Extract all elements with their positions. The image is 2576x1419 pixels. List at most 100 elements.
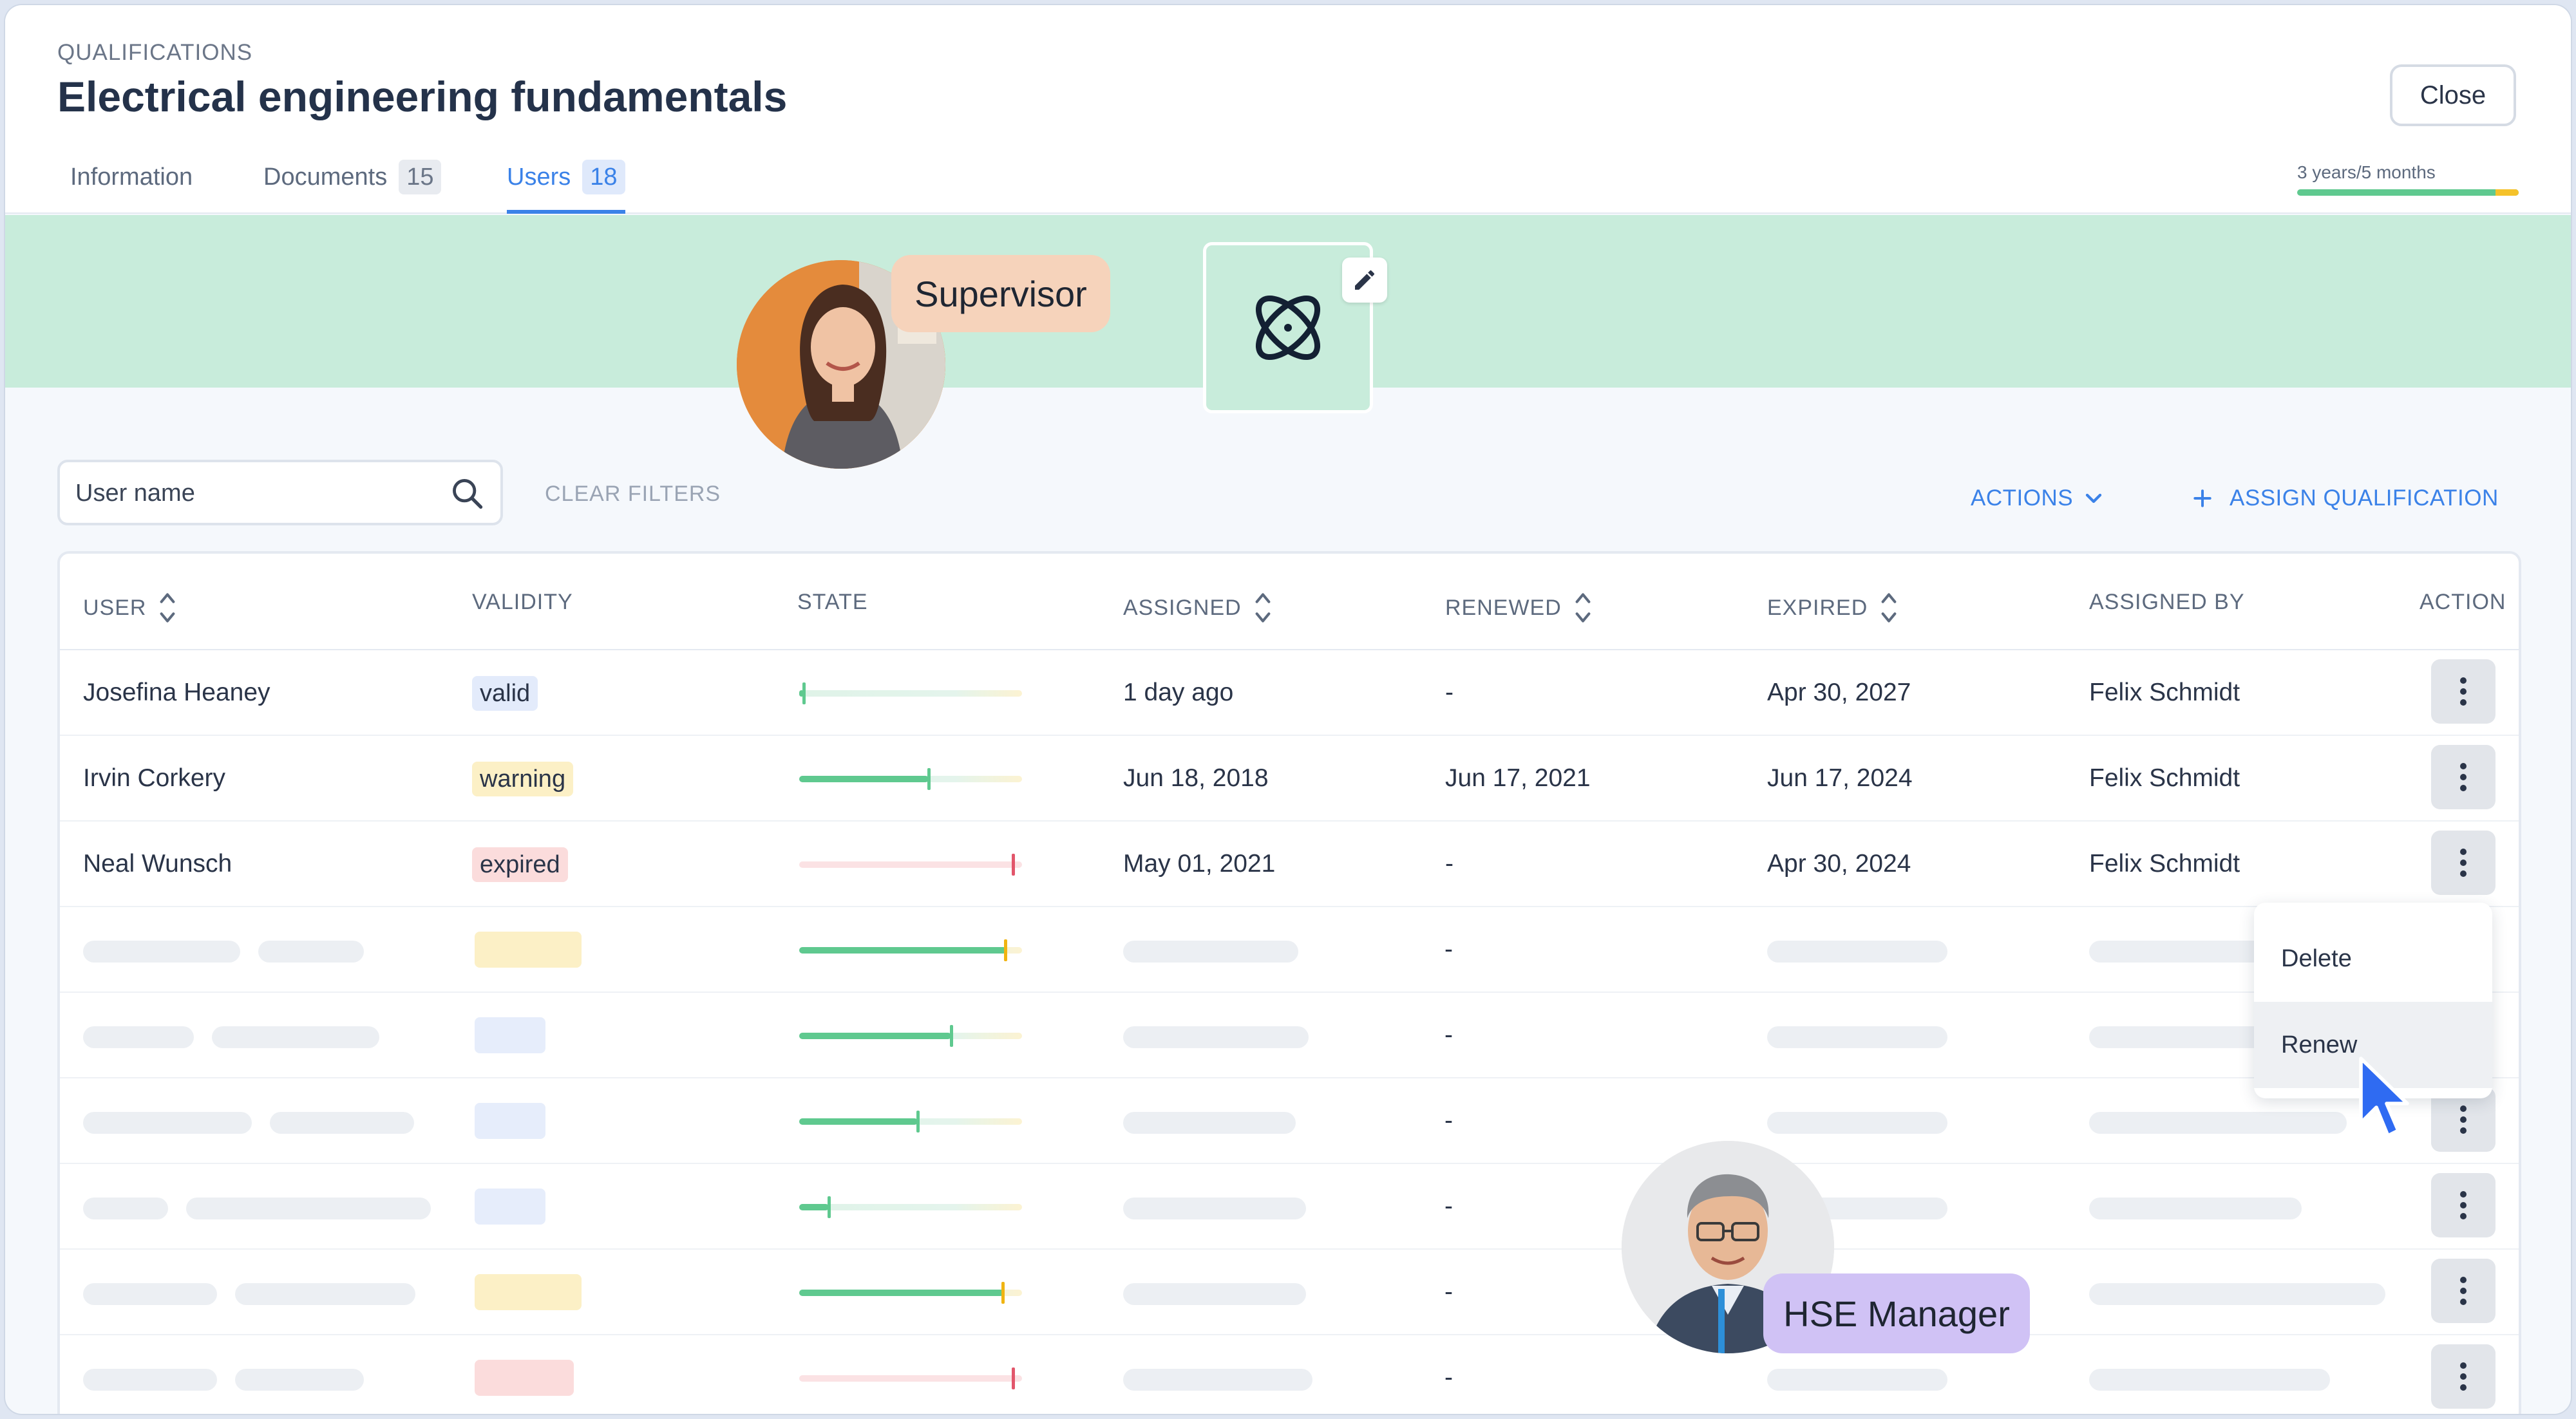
row-menu-button[interactable] [2431,659,2496,724]
assigned-by: Felix Schmidt [2089,764,2240,793]
row-menu-button[interactable] [2431,745,2496,809]
user-name[interactable]: Irvin Corkery [83,764,225,793]
skeleton [83,1026,194,1048]
assigned-by: Felix Schmidt [2089,850,2240,878]
column-label: STATE [797,590,868,615]
state-progress-marker [916,1111,920,1132]
column-label: ACTION [2420,590,2506,615]
renewed-date: - [1444,1107,1453,1135]
column-label: EXPIRED [1767,596,1868,621]
table-row[interactable]: Irvin Corkery warning Jun 18, 2018 Jun 1… [60,736,2519,822]
state-progress-fill [799,1290,1004,1296]
renewed-date: - [1444,1278,1453,1306]
skeleton [1767,941,1947,963]
state-progress-fill [799,1118,918,1125]
assigned-by: Felix Schmidt [2089,679,2240,707]
state-progress-marker [1001,1282,1005,1304]
close-button[interactable]: Close [2390,64,2516,126]
clear-filters-button[interactable]: CLEAR FILTERS [545,482,721,507]
state-progress-bar [799,1204,1022,1210]
duration-progress-bar [2297,189,2519,196]
expired-date: Jun 17, 2024 [1767,764,1913,793]
table-row-loading: - [60,993,2519,1078]
column-header-action: ACTION [2420,590,2506,615]
state-progress-bar [799,1118,1022,1125]
table-row[interactable]: Josefina Heaney valid 1 day ago - Apr 30… [60,650,2519,736]
supervisor-label: Supervisor [891,255,1110,332]
skeleton-badge [475,932,582,968]
assigned-date: 1 day ago [1123,679,1233,707]
validity-badge: warning [472,762,573,796]
expired-date: Apr 30, 2027 [1767,679,1911,707]
renewed-date: - [1445,850,1454,878]
user-name[interactable]: Neal Wunsch [83,850,232,878]
actions-label: ACTIONS [1971,485,2073,511]
state-progress-marker [950,1025,953,1047]
table-row[interactable]: Neal Wunsch expired May 01, 2021 - Apr 3… [60,822,2519,907]
mouse-pointer-icon [2356,1056,2418,1141]
column-header-assigned[interactable]: ASSIGNED [1123,590,1273,626]
row-menu-button[interactable] [2431,831,2496,895]
state-progress-marker [828,1196,831,1218]
user-search-field[interactable] [57,460,503,525]
tab-label: Information [70,160,193,194]
column-label: ASSIGNED BY [2089,590,2245,615]
assigned-date: Jun 18, 2018 [1123,764,1269,793]
state-progress-bar [799,861,1022,868]
sort-icon[interactable] [158,590,177,626]
tab-documents[interactable]: Documents 15 [263,160,441,214]
skeleton [1767,1112,1947,1134]
plus-icon [2190,485,2215,511]
state-progress-bar [799,776,1022,782]
column-label: RENEWED [1445,596,1562,621]
skeleton [1123,1198,1306,1219]
validity-badge: expired [472,847,568,882]
skeleton [1123,941,1298,963]
users-table: USER VALIDITY STATE ASSIGNED RENEWED EXP… [57,551,2521,1414]
column-header-expired[interactable]: EXPIRED [1767,590,1899,626]
row-menu-button[interactable] [2431,1259,2496,1323]
table-row-loading: - [60,1250,2519,1335]
validity-badge: valid [472,676,538,711]
column-header-user[interactable]: USER [83,590,177,626]
state-progress-bar [799,1375,1022,1382]
sort-icon[interactable] [1253,590,1273,626]
skeleton [1123,1026,1309,1048]
actions-dropdown[interactable]: ACTIONS [1971,485,2107,511]
sort-icon[interactable] [1573,590,1593,626]
skeleton [2089,1198,2302,1219]
skeleton [2089,1283,2385,1305]
skeleton [258,941,364,963]
menu-item-delete[interactable]: Delete [2254,916,2492,1002]
column-header-assigned-by: ASSIGNED BY [2089,590,2245,615]
sort-icon[interactable] [1879,590,1899,626]
search-input[interactable] [75,474,436,512]
tab-users[interactable]: Users 18 [507,160,625,214]
column-header-renewed[interactable]: RENEWED [1445,590,1593,626]
tab-information[interactable]: Information [70,160,193,214]
skeleton [83,1283,217,1305]
pencil-icon [1352,267,1378,293]
duration-label: 3 years/5 months [2297,162,2436,183]
skeleton [2089,1369,2330,1391]
skeleton-badge [475,1189,545,1225]
user-name[interactable]: Josefina Heaney [83,679,270,707]
search-icon[interactable] [449,475,486,512]
state-progress-fill [799,1033,951,1039]
state-progress-fill [799,947,1007,954]
assign-qualification-button[interactable]: ASSIGN QUALIFICATION [2190,485,2499,511]
assigned-date: May 01, 2021 [1123,850,1275,878]
hse-manager-label: HSE Manager [1763,1273,2030,1353]
row-menu-button[interactable] [2431,1173,2496,1237]
state-progress-fill [799,776,929,782]
edit-qualification-button[interactable] [1342,258,1387,303]
row-menu-button[interactable] [2431,1344,2496,1409]
chevron-down-icon [2081,485,2107,511]
skeleton [1123,1369,1312,1391]
state-progress-bar [799,1290,1022,1296]
state-progress-marker [802,682,806,704]
column-header-state: STATE [797,590,868,615]
skeleton [83,1198,168,1219]
state-progress-fill [799,1204,829,1210]
skeleton [235,1369,364,1391]
